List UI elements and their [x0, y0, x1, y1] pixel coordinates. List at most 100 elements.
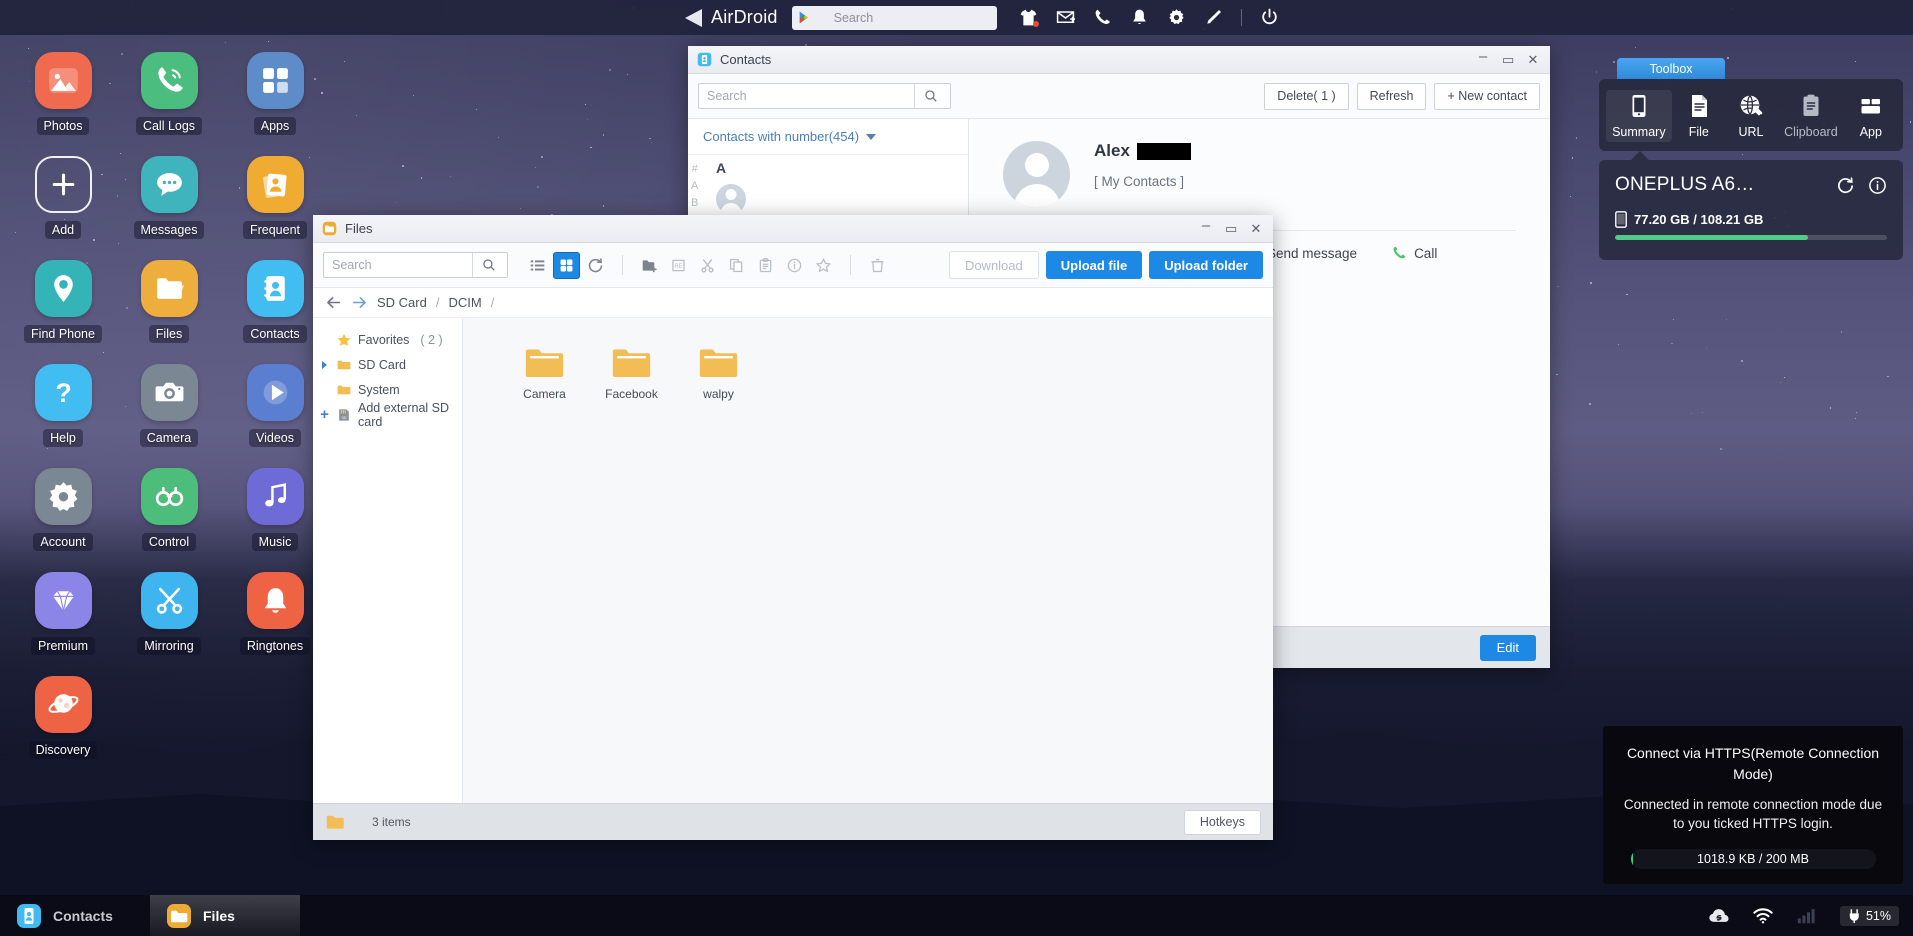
toolbox-tab-file[interactable]: File — [1674, 90, 1724, 142]
desktop-icon-ringtones[interactable]: Ringtones — [222, 572, 328, 655]
files-window[interactable]: Files – ▭ ✕ Search RE Download Upload fi… — [313, 215, 1273, 840]
desktop-icon-mirroring[interactable]: Mirroring — [116, 572, 222, 655]
toolbox-tab-url[interactable]: URL — [1726, 90, 1776, 142]
pen-icon[interactable] — [1204, 8, 1223, 27]
desktop-icon-control[interactable]: Control — [116, 468, 222, 551]
alpha-index-item[interactable]: # — [692, 161, 698, 178]
call-action[interactable]: Call — [1391, 245, 1437, 261]
maximize-button[interactable]: ▭ — [1502, 53, 1514, 66]
taskbar-item-files[interactable]: Files — [150, 895, 300, 936]
desktop-icon-add[interactable]: Add — [10, 156, 116, 239]
new-folder-icon[interactable] — [636, 252, 663, 279]
contacts-search-box[interactable] — [698, 83, 951, 109]
new-contact-button[interactable]: + New contact — [1434, 82, 1540, 110]
files-icon — [166, 903, 192, 929]
desktop-icon-videos[interactable]: Videos — [222, 364, 328, 447]
files-content-area[interactable]: Camera Facebook walpy — [463, 318, 1273, 803]
alpha-index-item[interactable]: B — [691, 195, 698, 212]
breadcrumb-item-dcim[interactable]: DCIM — [448, 295, 481, 310]
alpha-index-item[interactable]: A — [691, 178, 698, 195]
mail-icon[interactable] — [1056, 8, 1075, 27]
desktop-icon-label: Find Phone — [24, 325, 102, 343]
toolbox-tab-clipboard[interactable]: Clipboard — [1778, 90, 1844, 142]
desktop-icon-discovery[interactable]: Discovery — [10, 676, 116, 759]
upload-folder-button[interactable]: Upload folder — [1149, 251, 1263, 279]
battery-status[interactable]: 51% — [1839, 905, 1899, 926]
copy-icon[interactable] — [723, 252, 750, 279]
desktop-icon-contacts[interactable]: Contacts — [222, 260, 328, 343]
rename-icon[interactable]: RE — [665, 252, 692, 279]
edit-contact-button[interactable]: Edit — [1479, 634, 1536, 661]
grid-view-icon[interactable] — [553, 251, 580, 279]
contacts-search-button[interactable] — [914, 84, 946, 108]
global-search[interactable] — [791, 5, 997, 30]
download-button[interactable]: Download — [948, 251, 1039, 279]
desktop-icon-call-logs[interactable]: Call Logs — [116, 52, 222, 135]
power-icon[interactable] — [1260, 8, 1279, 27]
tshirt-icon[interactable] — [1019, 8, 1039, 27]
desktop-icon-files[interactable]: Files — [116, 260, 222, 343]
phone-icon[interactable] — [1093, 8, 1112, 27]
desktop-icon-music[interactable]: Music — [222, 468, 328, 551]
maximize-button[interactable]: ▭ — [1225, 222, 1237, 235]
file-item-walpy[interactable]: walpy — [675, 340, 762, 407]
signal-bars-icon[interactable] — [1796, 906, 1818, 925]
desktop-icon-frequent[interactable]: Frequent — [222, 156, 328, 239]
file-item-facebook[interactable]: Facebook — [588, 340, 675, 407]
contacts-search-input[interactable] — [699, 84, 914, 108]
contact-name: Alex — [1094, 141, 1130, 160]
files-search-box[interactable] — [323, 252, 508, 278]
paste-icon[interactable] — [752, 252, 779, 279]
airdroid-logo[interactable]: AirDroid — [685, 7, 778, 28]
breadcrumb-item-sd-card[interactable]: SD Card — [377, 295, 427, 310]
files-search-button[interactable] — [472, 253, 504, 277]
close-button[interactable]: ✕ — [1527, 53, 1539, 66]
desktop-icon-photos[interactable]: Photos — [10, 52, 116, 135]
search-input[interactable] — [811, 10, 995, 25]
toolbox-tab-app[interactable]: App — [1846, 90, 1896, 142]
desktop-icon-premium[interactable]: Premium — [10, 572, 116, 655]
desktop-icon-account[interactable]: Account — [10, 468, 116, 551]
close-button[interactable]: ✕ — [1250, 222, 1262, 235]
hotkeys-button[interactable]: Hotkeys — [1183, 809, 1261, 835]
refresh-icon[interactable] — [1836, 176, 1855, 195]
minimize-button[interactable]: – — [1200, 218, 1212, 233]
contacts-titlebar[interactable]: Contacts – ▭ ✕ — [688, 46, 1550, 74]
delete-contact-button[interactable]: Delete( 1 ) — [1264, 82, 1349, 110]
desktop-icon-camera[interactable]: Camera — [116, 364, 222, 447]
desktop-icon-help[interactable]: ? Help — [10, 364, 116, 447]
forward-arrow-icon[interactable] — [351, 294, 368, 311]
refresh-contacts-button[interactable]: Refresh — [1356, 82, 1427, 110]
wifi-icon[interactable] — [1752, 906, 1774, 925]
contacts-filter-dropdown[interactable]: Contacts with number(454) — [688, 119, 968, 155]
info-icon[interactable] — [781, 252, 808, 279]
file-ops-group: RE — [636, 252, 837, 279]
list-view-icon[interactable] — [524, 252, 551, 279]
delete-icon[interactable] — [864, 252, 891, 279]
file-item-camera[interactable]: Camera — [501, 340, 588, 407]
cloud-link-icon[interactable] — [1708, 906, 1730, 925]
files-search-input[interactable] — [324, 253, 472, 277]
toolbox-tab[interactable]: Toolbox — [1617, 58, 1725, 79]
folder-icon — [525, 349, 564, 377]
toolbox-tab-summary[interactable]: Summary — [1606, 90, 1672, 142]
favorite-icon[interactable] — [810, 252, 837, 279]
notification-title: Connect via HTTPS(Remote Connection Mode… — [1626, 745, 1880, 782]
gear-icon[interactable] — [1167, 8, 1186, 27]
alphabet-index[interactable]: # A B — [691, 161, 698, 212]
bell-icon[interactable] — [1130, 8, 1149, 27]
desktop-icon-apps[interactable]: Apps — [222, 52, 328, 135]
desktop-icon-messages[interactable]: Messages — [116, 156, 222, 239]
taskbar-item-contacts[interactable]: Contacts — [0, 895, 150, 936]
info-icon[interactable] — [1868, 176, 1887, 195]
cut-icon[interactable] — [694, 252, 721, 279]
storage-text: 77.20 GB / 108.21 GB — [1634, 212, 1764, 227]
upload-file-button[interactable]: Upload file — [1045, 251, 1143, 279]
desktop-icon-find-phone[interactable]: Find Phone — [10, 260, 116, 343]
files-titlebar[interactable]: Files – ▭ ✕ — [313, 215, 1273, 243]
minimize-button[interactable]: – — [1477, 49, 1489, 64]
desktop-icon-label: Ringtones — [239, 637, 311, 655]
files-window-title: Files — [345, 221, 373, 236]
contact-list-item[interactable] — [688, 178, 968, 220]
refresh-icon[interactable] — [582, 252, 609, 279]
